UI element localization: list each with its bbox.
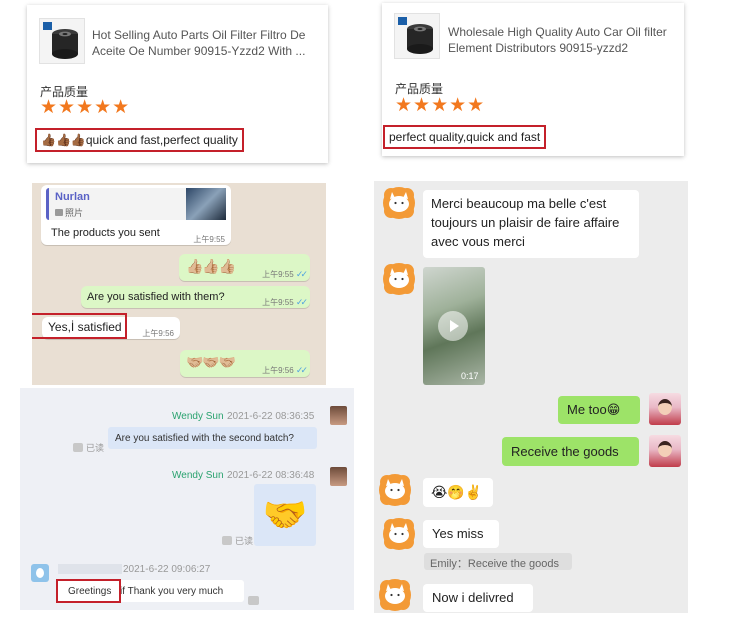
outgoing-message[interactable]: 👍🏼👍🏼👍🏼 上午9:55 ✓✓ — [179, 254, 310, 281]
oil-filter-thumbnail[interactable] — [394, 13, 440, 59]
message-time: 上午9:56 — [142, 329, 174, 338]
contact-avatar-icon — [36, 568, 44, 578]
message-time: 上午9:55 ✓✓ — [262, 269, 308, 280]
handshake-emoji: 🤝🏼🤝🏼🤝🏼 — [186, 354, 236, 370]
read-icon — [248, 596, 259, 605]
cat-avatar-icon[interactable] — [382, 262, 416, 296]
review-card-1: Hot Selling Auto Parts Oil Filter Filtro… — [27, 5, 328, 163]
quote-block[interactable]: Nurlan 照片 — [46, 188, 226, 220]
avatar[interactable] — [31, 564, 49, 582]
read-ticks-icon: ✓✓ — [295, 365, 308, 375]
photo-icon — [55, 209, 63, 216]
face-shape — [658, 441, 672, 457]
read-ticks-icon: ✓✓ — [295, 297, 308, 307]
cat-avatar-icon[interactable] — [382, 517, 416, 551]
message-timestamp: 2021-6-22 09:06:27 — [123, 564, 211, 575]
incoming-message[interactable]: Now i delivred — [423, 584, 533, 612]
outgoing-message[interactable]: 🤝🏼🤝🏼🤝🏼 上午9:56 ✓✓ — [180, 350, 310, 377]
read-status-text: 已读 — [86, 443, 105, 453]
review-card-2: Wholesale High Quality Auto Car Oil filt… — [382, 3, 684, 156]
read-icon — [73, 443, 83, 452]
outgoing-message[interactable]: Me too😁 — [558, 396, 640, 424]
message-time-text: 上午9:55 — [262, 298, 294, 307]
message-time-text: 上午9:56 — [262, 366, 294, 375]
star-rating: ★★★★★ — [40, 97, 131, 118]
message-time: 上午9:56 ✓✓ — [262, 365, 308, 376]
message-time-text: 上午9:55 — [262, 270, 294, 279]
read-status: 已读 — [73, 441, 104, 454]
sender-name: Wendy Sun — [172, 470, 224, 481]
incoming-emoji-message[interactable]: 😭🤭✌️ — [423, 478, 493, 507]
message-time: 上午9:55 ✓✓ — [262, 297, 308, 308]
highlighted-reply: Yes,İ satisfied — [32, 313, 127, 339]
cat-avatar-icon[interactable] — [378, 473, 412, 507]
handshake-emoji: 🤝 — [262, 494, 308, 535]
play-triangle — [450, 320, 459, 332]
read-icon — [222, 536, 232, 545]
thumbs-up-emoji: 👍🏼👍🏼👍🏼 — [186, 258, 236, 274]
play-icon[interactable] — [438, 311, 468, 341]
blurred-sender-name — [58, 564, 122, 574]
thumbs-up-emoji: 👍🏾👍🏾👍🏾 — [41, 133, 86, 147]
video-duration: 0:17 — [461, 371, 479, 381]
message-text: The products you sent — [51, 227, 160, 239]
message-text: Are you satisfied with them? — [87, 291, 225, 303]
quoted-reply[interactable]: Emily：Receive the goods — [424, 553, 572, 570]
quote-sender: Nurlan — [55, 191, 90, 203]
review-text: quick and fast,perfect quality — [85, 133, 238, 147]
quote-type-label: 照片 — [65, 208, 84, 218]
incoming-message[interactable]: Yes miss — [423, 520, 499, 548]
video-message[interactable]: 0:17 — [423, 267, 485, 385]
highlighted-greeting: Greetings — [56, 579, 121, 603]
avatar[interactable] — [330, 406, 347, 425]
outgoing-message[interactable]: Receive the goods — [502, 437, 639, 466]
avatar[interactable] — [330, 467, 347, 486]
incoming-message-reply[interactable]: Nurlan 照片 The products you sent 上午9:55 — [41, 185, 231, 245]
face-shape — [658, 399, 672, 415]
cat-avatar-icon[interactable] — [378, 578, 412, 612]
read-status-text: 已读 — [235, 536, 254, 546]
read-status: 已读 — [222, 534, 253, 547]
product-title[interactable]: Hot Selling Auto Parts Oil Filter Filtro… — [92, 27, 314, 59]
oil-filter-thumbnail[interactable] — [39, 18, 85, 64]
message-time: 上午9:55 — [193, 235, 225, 244]
product-title[interactable]: Wholesale High Quality Auto Car Oil filt… — [448, 24, 673, 56]
message-text-rest: if Thank you very much — [120, 586, 224, 597]
sender-name: Wendy Sun — [172, 411, 224, 422]
whatsapp-chat: Nurlan 照片 The products you sent 上午9:55 👍… — [32, 183, 326, 385]
star-rating: ★★★★★ — [395, 95, 486, 116]
cat-avatar-icon[interactable] — [382, 186, 416, 220]
quote-photo[interactable] — [186, 188, 226, 220]
message-timestamp: 2021-6-22 08:36:35 — [227, 411, 315, 422]
user-avatar[interactable] — [649, 393, 681, 425]
outgoing-message[interactable]: Are you satisfied with the second batch? — [108, 427, 317, 449]
review-comment: perfect quality,quick and fast — [383, 125, 547, 149]
read-ticks-icon: ✓✓ — [295, 269, 308, 279]
user-avatar[interactable] — [649, 435, 681, 467]
outgoing-sticker[interactable]: 🤝 — [254, 484, 316, 546]
outgoing-message[interactable]: Are you satisfied with them? 上午9:55 ✓✓ — [81, 286, 310, 308]
message-timestamp: 2021-6-22 08:36:48 — [227, 470, 315, 481]
review-comment: 👍🏾👍🏾👍🏾quick and fast,perfect quality — [35, 128, 244, 152]
wechat-chat-right: Merci beaucoup ma belle c'est toujours u… — [374, 181, 688, 613]
incoming-message[interactable]: Merci beaucoup ma belle c'est toujours u… — [423, 190, 639, 258]
wechat-chat: Wendy Sun 2021-6-22 08:36:35 Are you sat… — [20, 388, 354, 610]
quote-type: 照片 — [55, 206, 83, 219]
